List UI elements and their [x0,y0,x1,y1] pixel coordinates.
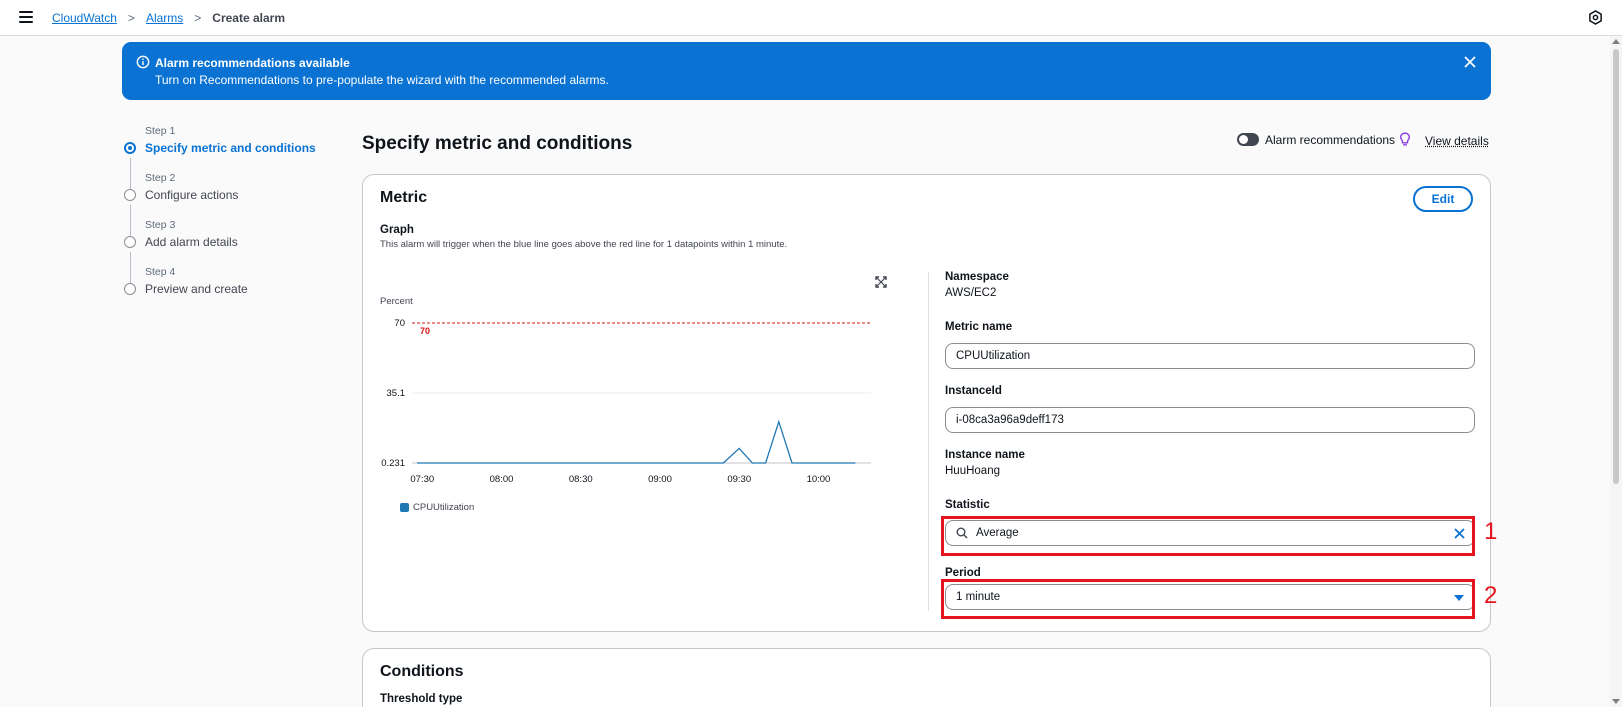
page-title: Specify metric and conditions [362,133,632,155]
annotation-box-period [941,579,1475,619]
step-title: Add alarm details [145,235,238,249]
hamburger-menu-icon[interactable] [19,11,33,23]
y-axis-label: Percent [380,296,413,307]
step-connector [130,252,131,284]
instance-name-label: Instance name [945,449,1025,461]
chart-legend: CPUUtilization [400,502,474,513]
annotation-number-2: 2 [1484,582,1497,610]
scroll-down-icon[interactable] [1612,699,1620,704]
x-tick-label: 08:00 [490,474,514,485]
breadcrumb-cloudwatch[interactable]: CloudWatch [52,11,117,25]
conditions-card-title: Conditions [380,663,464,681]
info-icon [136,55,150,69]
flash-title: Alarm recommendations available [155,56,350,70]
threshold-type-label: Threshold type [380,693,462,705]
metric-name-value: CPUUtilization [956,350,1030,362]
section-divider [928,272,929,611]
cpu-utilization-series-line [417,422,855,463]
step-title[interactable]: Specify metric and conditions [145,141,316,155]
namespace-label: Namespace [945,271,1009,283]
alarm-recommendations-flashbar: Alarm recommendations available Turn on … [122,42,1491,100]
alarm-recommendations-toggle[interactable] [1237,133,1259,146]
step-title: Configure actions [145,188,238,202]
x-tick-label: 07:30 [410,474,434,485]
step-number: Step 2 [145,172,175,184]
x-tick-label: 08:30 [569,474,593,485]
metric-name-field[interactable]: CPUUtilization [945,343,1475,369]
scroll-up-icon[interactable] [1612,39,1620,44]
threshold-label: 70 [420,326,430,336]
breadcrumb-current: Create alarm [212,11,285,25]
instance-id-field[interactable]: i-08ca3a96a9deff173 [945,407,1475,433]
vertical-scrollbar[interactable] [1610,36,1622,707]
metric-name-label: Metric name [945,321,1012,333]
instance-id-label: InstanceId [945,385,1002,397]
step-inactive-icon [124,236,136,248]
scrollbar-thumb[interactable] [1613,49,1619,484]
y-tick-label: 0.231 [381,458,405,469]
metric-card: Metric Edit Graph This alarm will trigge… [362,174,1491,632]
close-icon[interactable] [1463,55,1477,69]
lightbulb-icon [1399,132,1411,147]
breadcrumb-alarms[interactable]: Alarms [146,11,183,25]
y-tick-label: 70 [394,318,405,329]
alarm-recommendations-label: Alarm recommendations [1265,133,1395,147]
cpu-utilization-chart: Percent 70 35.1 0.231 07:30 08:00 08:30 09:00 09… [363,175,923,515]
flash-body: Turn on Recommendations to pre-populate … [155,73,609,87]
y-tick-label: 35.1 [387,388,406,399]
step-number: Step 1 [145,125,175,137]
edit-button[interactable]: Edit [1413,186,1473,212]
breadcrumb: CloudWatch > Alarms > Create alarm [52,11,285,25]
step-number: Step 3 [145,219,175,231]
period-label: Period [945,567,981,579]
legend-label: CPUUtilization [413,502,474,513]
conditions-card: Conditions Threshold type [362,648,1491,707]
legend-swatch [400,503,409,512]
top-navigation-bar: CloudWatch > Alarms > Create alarm [0,0,1622,36]
x-tick-label: 09:00 [648,474,672,485]
x-tick-label: 09:30 [727,474,751,485]
annotation-number-1: 1 [1484,518,1497,546]
chevron-right-icon: > [128,11,135,25]
namespace-value: AWS/EC2 [945,287,996,299]
step-number: Step 4 [145,266,175,278]
view-details-link[interactable]: View details [1425,134,1489,148]
step-inactive-icon [124,283,136,295]
step-active-icon [124,142,136,154]
step-connector [130,158,131,190]
step-title: Preview and create [145,282,248,296]
statistic-label: Statistic [945,499,990,511]
step-connector [130,205,131,237]
settings-hexagon-icon[interactable] [1588,10,1603,25]
x-tick-label: 10:00 [807,474,831,485]
instance-name-value: HuuHoang [945,465,1000,477]
step-inactive-icon [124,189,136,201]
annotation-box-statistic [941,516,1475,556]
chevron-right-icon: > [194,11,201,25]
instance-id-value: i-08ca3a96a9deff173 [956,414,1064,426]
